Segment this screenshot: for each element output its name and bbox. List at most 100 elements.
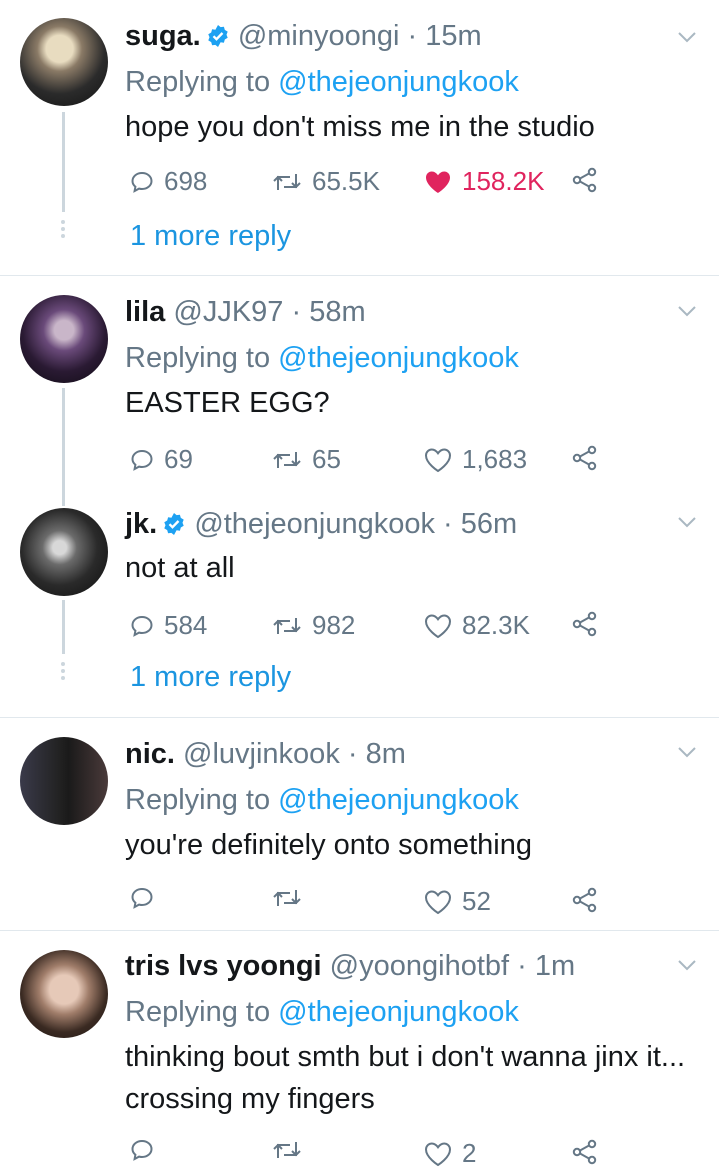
display-name[interactable]: suga. [125, 20, 201, 52]
tweet-header: jk. @thejeonjungkook · 56m [125, 506, 517, 545]
heart-icon [424, 1141, 452, 1166]
timestamp: · 56m [443, 508, 518, 540]
replying-to: Replying to @thejeonjungkook [125, 994, 519, 1030]
tweet-text: not at all [125, 552, 235, 584]
divider [0, 717, 719, 718]
replying-handle[interactable]: @thejeonjungkook [278, 996, 519, 1028]
share-button[interactable] [572, 167, 608, 193]
chevron-down-icon[interactable] [677, 30, 697, 44]
reply-icon [131, 449, 153, 471]
replying-prefix: Replying to [125, 996, 279, 1028]
display-name[interactable]: lila [125, 296, 165, 328]
tweet-header: nic. @luvjinkook · 8m [125, 736, 406, 772]
thread-dots [61, 662, 66, 683]
handle[interactable]: @luvjinkook [183, 738, 340, 770]
reply-icon [131, 1139, 153, 1161]
more-replies-link[interactable]: 1 more reply [130, 661, 291, 694]
replying-to: Replying to @thejeonjungkook [125, 340, 519, 376]
tweet-header: suga. @minyoongi · 15m [125, 18, 482, 57]
like-count: 158.2K [462, 166, 545, 196]
avatar[interactable] [20, 508, 108, 596]
divider [0, 930, 719, 931]
handle[interactable]: @thejeonjungkook [194, 508, 435, 540]
like-count: 82.3K [462, 610, 530, 640]
reply-icon [131, 615, 153, 637]
avatar[interactable] [20, 737, 108, 825]
like-button[interactable]: 52 [424, 886, 491, 917]
retweet-button[interactable]: 982 [272, 610, 355, 641]
share-button[interactable] [572, 1139, 608, 1165]
tweet-text: thinking bout smth but i don't wanna jin… [125, 1041, 686, 1115]
handle[interactable]: @yoongihotbf [330, 950, 509, 982]
replying-to: Replying to @thejeonjungkook [125, 64, 519, 100]
share-button[interactable] [572, 887, 608, 913]
share-icon [572, 1139, 597, 1165]
thread-line [62, 388, 65, 506]
tweet-header: tris lvs yoongi @yoongihotbf · 1m [125, 948, 575, 984]
retweet-count: 982 [312, 610, 356, 640]
divider [0, 275, 719, 276]
share-button[interactable] [572, 611, 608, 637]
thread-dots [61, 220, 66, 241]
replying-to: Replying to @thejeonjungkook [125, 782, 519, 818]
retweet-button[interactable] [272, 886, 312, 910]
retweet-count: 65 [312, 444, 341, 474]
chevron-down-icon[interactable] [677, 745, 697, 759]
timestamp: · 58m [291, 296, 366, 328]
share-icon [572, 611, 597, 637]
avatar[interactable] [20, 18, 108, 106]
reply-button[interactable]: 698 [130, 166, 207, 197]
reply-button[interactable]: 584 [130, 610, 207, 641]
reply-button[interactable]: 69 [130, 444, 193, 475]
retweet-button[interactable] [272, 1138, 312, 1162]
reply-count: 698 [164, 166, 208, 196]
timestamp: · 1m [517, 950, 576, 982]
heart-icon [424, 447, 452, 472]
retweet-icon [273, 617, 301, 634]
chevron-down-icon[interactable] [677, 958, 697, 972]
heart-icon [424, 613, 452, 638]
like-count: 1,683 [462, 444, 528, 474]
reply-button[interactable] [130, 1138, 164, 1162]
heart-icon [426, 171, 450, 193]
share-icon [572, 445, 597, 471]
reply-button[interactable] [130, 886, 164, 910]
tweet-text: EASTER EGG? [125, 387, 330, 419]
like-button[interactable]: 158.2K [424, 166, 544, 197]
share-button[interactable] [572, 445, 608, 471]
chevron-down-icon[interactable] [677, 304, 697, 318]
tweet-text: hope you don't miss me in the studio [125, 111, 595, 143]
chevron-down-icon[interactable] [677, 515, 697, 529]
replying-prefix: Replying to [125, 342, 279, 374]
tweet-header: lila @JJK97 · 58m [125, 294, 366, 330]
display-name[interactable]: nic. [125, 738, 175, 770]
replying-handle[interactable]: @thejeonjungkook [278, 784, 519, 816]
replying-handle[interactable]: @thejeonjungkook [278, 66, 519, 98]
thread-line [62, 600, 65, 654]
timestamp: · 8m [347, 738, 406, 770]
like-count: 52 [462, 886, 491, 916]
more-replies-link[interactable]: 1 more reply [130, 220, 291, 253]
like-button[interactable]: 1,683 [424, 444, 527, 475]
like-button[interactable]: 2 [424, 1138, 476, 1169]
share-icon [572, 887, 597, 913]
like-count: 2 [462, 1138, 477, 1168]
heart-icon [424, 889, 452, 914]
like-button[interactable]: 82.3K [424, 610, 530, 641]
share-icon [572, 167, 597, 193]
retweet-button[interactable]: 65 [272, 444, 341, 475]
retweet-button[interactable]: 65.5K [272, 166, 380, 197]
reply-count: 584 [164, 610, 208, 640]
retweet-icon [273, 1142, 301, 1158]
replying-prefix: Replying to [125, 66, 279, 98]
avatar[interactable] [20, 295, 108, 383]
handle[interactable]: @minyoongi [238, 20, 400, 52]
handle[interactable]: @JJK97 [173, 296, 283, 328]
reply-count: 69 [164, 444, 193, 474]
retweet-icon [273, 451, 301, 468]
reply-icon [131, 887, 153, 909]
avatar[interactable] [20, 950, 108, 1038]
display-name[interactable]: tris lvs yoongi [125, 950, 322, 982]
replying-handle[interactable]: @thejeonjungkook [278, 342, 519, 374]
display-name[interactable]: jk. [125, 508, 157, 540]
